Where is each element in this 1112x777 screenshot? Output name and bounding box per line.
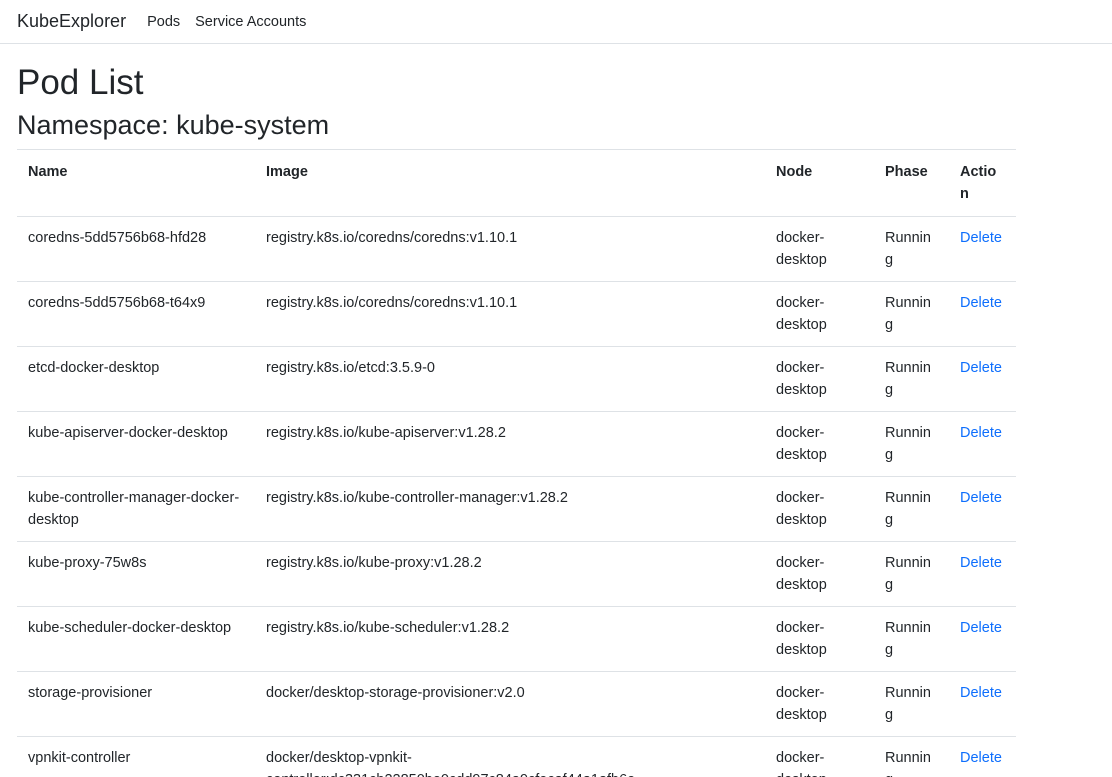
delete-button[interactable]: Delete <box>960 620 1002 636</box>
pod-phase-cell: Running <box>874 346 949 412</box>
pod-phase-cell: Running <box>874 476 949 542</box>
header-image: Image <box>255 149 765 217</box>
pod-name-cell: kube-proxy-75w8s <box>17 541 255 607</box>
pod-image-cell: registry.k8s.io/etcd:3.5.9-0 <box>255 346 765 412</box>
namespace-heading: Namespace: kube-system <box>17 110 330 140</box>
pod-action-cell: Delete <box>949 281 1016 347</box>
main-content: Pod List Namespace: kube-system Name Ima… <box>0 62 1112 777</box>
delete-button[interactable]: Delete <box>960 490 1002 506</box>
table-row: kube-scheduler-docker-desktop registry.k8… <box>17 606 1016 672</box>
pod-name-cell: kube-scheduler-docker-desktop <box>17 606 255 672</box>
delete-button[interactable]: Delete <box>960 425 1002 441</box>
header-action: Action <box>949 149 1016 217</box>
delete-button[interactable]: Delete <box>960 360 1002 376</box>
delete-button[interactable]: Delete <box>960 750 1002 766</box>
page-title: Pod List <box>17 63 144 102</box>
pod-action-cell: Delete <box>949 216 1016 282</box>
table-row: coredns-5dd5756b68-hfd28 registry.k8s.io/… <box>17 216 1016 282</box>
pod-action-cell: Delete <box>949 541 1016 607</box>
pod-phase-cell: Running <box>874 671 949 737</box>
table-row: storage-provisioner docker/desktop-storag… <box>17 671 1016 737</box>
brand-link[interactable]: KubeExplorer <box>17 11 126 32</box>
pod-name-cell: storage-provisioner <box>17 671 255 737</box>
pod-image-cell: registry.k8s.io/kube-scheduler:v1.28.2 <box>255 606 765 672</box>
header-node: Node <box>765 149 874 217</box>
pod-name-cell: kube-apiserver-docker-desktop <box>17 411 255 477</box>
pod-action-cell: Delete <box>949 671 1016 737</box>
pod-name-cell: coredns-5dd5756b68-hfd28 <box>17 216 255 282</box>
pod-phase-cell: Running <box>874 606 949 672</box>
pod-node-cell: docker-desktop <box>765 476 874 542</box>
top-navbar: KubeExplorer Pods Service Accounts <box>0 0 1112 44</box>
pod-name-cell: kube-controller-manager-docker-desktop <box>17 476 255 542</box>
table-row: kube-proxy-75w8s registry.k8s.io/kube-pro… <box>17 541 1016 607</box>
pod-node-cell: docker-desktop <box>765 736 874 777</box>
pod-node-cell: docker-desktop <box>765 671 874 737</box>
delete-button[interactable]: Delete <box>960 295 1002 311</box>
pod-node-cell: docker-desktop <box>765 541 874 607</box>
pod-table: Name Image Node Phase Action coredns-5dd… <box>17 149 1016 777</box>
header-name: Name <box>17 149 255 217</box>
pod-phase-cell: Running <box>874 216 949 282</box>
pod-phase-cell: Running <box>874 411 949 477</box>
pod-image-cell: registry.k8s.io/kube-proxy:v1.28.2 <box>255 541 765 607</box>
delete-button[interactable]: Delete <box>960 555 1002 571</box>
pod-name-cell: coredns-5dd5756b68-t64x9 <box>17 281 255 347</box>
pod-node-cell: docker-desktop <box>765 281 874 347</box>
pod-phase-cell: Running <box>874 281 949 347</box>
pod-image-cell: docker/desktop-vpnkit-controller:dc331cb… <box>255 736 765 777</box>
nav-link-service-accounts[interactable]: Service Accounts <box>195 14 306 30</box>
pod-image-cell: registry.k8s.io/coredns/coredns:v1.10.1 <box>255 281 765 347</box>
pod-name-cell: vpnkit-controller <box>17 736 255 777</box>
pod-image-cell: registry.k8s.io/kube-apiserver:v1.28.2 <box>255 411 765 477</box>
header-phase: Phase <box>874 149 949 217</box>
table-header-row: Name Image Node Phase Action <box>17 149 1016 217</box>
nav-link-pods[interactable]: Pods <box>147 14 180 30</box>
pod-action-cell: Delete <box>949 411 1016 477</box>
table-row: kube-apiserver-docker-desktop registry.k8… <box>17 411 1016 477</box>
pod-image-cell: registry.k8s.io/coredns/coredns:v1.10.1 <box>255 216 765 282</box>
pod-name-cell: etcd-docker-desktop <box>17 346 255 412</box>
pod-action-cell: Delete <box>949 736 1016 777</box>
table-row: vpnkit-controllerdocker/desktop-vpnkit-c… <box>17 736 1016 777</box>
table-row: kube-controller-manager-docker-desktop re… <box>17 476 1016 542</box>
pod-action-cell: Delete <box>949 476 1016 542</box>
pod-image-cell: docker/desktop-storage-provisioner:v2.0 <box>255 671 765 737</box>
delete-button[interactable]: Delete <box>960 230 1002 246</box>
pod-node-cell: docker-desktop <box>765 411 874 477</box>
pod-phase-cell: Running <box>874 736 949 777</box>
table-row: etcd-docker-desktop registry.k8s.io/etcd:… <box>17 346 1016 412</box>
pod-node-cell: docker-desktop <box>765 216 874 282</box>
pod-node-cell: docker-desktop <box>765 606 874 672</box>
pod-image-cell: registry.k8s.io/kube-controller-manager:… <box>255 476 765 542</box>
pod-phase-cell: Running <box>874 541 949 607</box>
pod-table-body: coredns-5dd5756b68-hfd28 registry.k8s.io/… <box>17 216 1016 777</box>
pod-action-cell: Delete <box>949 606 1016 672</box>
delete-button[interactable]: Delete <box>960 685 1002 701</box>
pod-action-cell: Delete <box>949 346 1016 412</box>
table-row: coredns-5dd5756b68-t64x9 registry.k8s.io/… <box>17 281 1016 347</box>
pod-node-cell: docker-desktop <box>765 346 874 412</box>
